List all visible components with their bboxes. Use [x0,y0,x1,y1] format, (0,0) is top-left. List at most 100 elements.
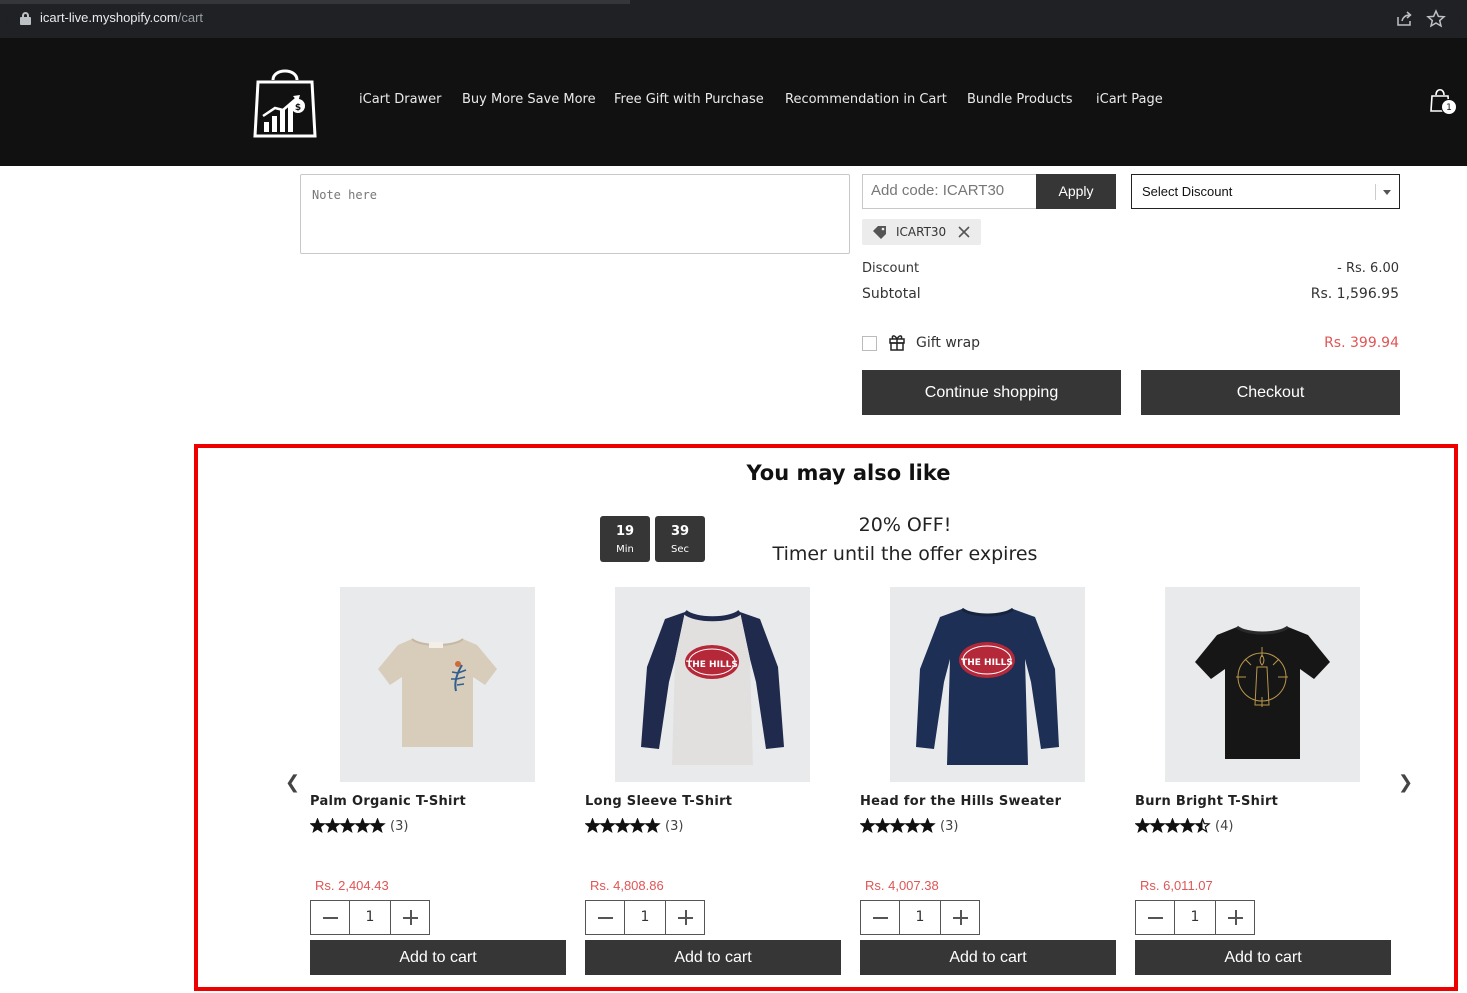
product-name[interactable]: Palm Organic T-Shirt [310,794,466,809]
carousel-next-icon[interactable]: ❯ [1398,772,1413,793]
star-fill [890,819,905,832]
qty-plus-button[interactable] [665,901,704,934]
product-card: Palm Organic T-Shirt (3) Rs. 2,404.43 1 … [310,587,566,977]
discount-value: - Rs. 6.00 [1337,261,1399,276]
qty-value[interactable]: 1 [1175,901,1215,934]
select-discount-label: Select Discount [1142,184,1233,199]
review-count: (3) [940,819,959,834]
url-field[interactable] [6,5,1461,34]
qty-value[interactable]: 1 [350,901,390,934]
chevron-down-icon [1383,190,1391,195]
qty-plus-button[interactable] [390,901,429,934]
nav-icart-page[interactable]: iCart Page [1096,92,1163,107]
star-fill [370,819,385,832]
cart-count-badge: 1 [1441,99,1457,115]
timer-seconds: 39 Sec [655,516,705,562]
qty-value[interactable]: 1 [625,901,665,934]
qty-plus-button[interactable] [940,901,979,934]
quantity-stepper: 1 [1135,900,1255,935]
star-fill [1150,819,1165,832]
giftwrap-label: Gift wrap [916,335,981,351]
star-fill [600,819,615,832]
svg-text:$: $ [295,103,301,113]
product-image[interactable]: THE HILLS [890,587,1085,782]
qty-minus-button[interactable] [861,901,900,934]
review-count: (3) [390,819,409,834]
rating-stars-icon [585,818,661,834]
product-name[interactable]: Burn Bright T-Shirt [1135,794,1278,809]
store-logo-icon[interactable]: $ [253,64,317,140]
apply-code-button[interactable]: Apply [1036,174,1116,209]
discount-code-input[interactable]: Add code: ICART30 [862,174,1036,209]
star-fill [1180,819,1195,832]
cart-note-field[interactable]: Note here [300,174,850,254]
product-price: Rs. 4,808.86 [590,878,664,893]
checkout-button[interactable]: Checkout [1141,370,1400,415]
star-fill [905,819,920,832]
product-name[interactable]: Head for the Hills Sweater [860,794,1061,809]
applied-code-label: ICART30 [896,225,947,239]
qty-value[interactable]: 1 [900,901,940,934]
add-to-cart-button[interactable]: Add to cart [585,940,841,975]
rating-stars-icon [1135,818,1211,834]
product-image[interactable] [340,587,535,782]
product-price: Rs. 6,011.07 [1140,878,1213,893]
offer-headline: 20% OFF! [858,514,952,536]
nav-recommendation[interactable]: Recommendation in Cart [785,92,947,107]
svg-text:THE HILLS: THE HILLS [686,660,738,670]
product-card: THE HILLS Head for the Hills Sweater (3)… [860,587,1116,977]
rating-stars-icon [860,818,936,834]
star-fill [355,819,370,832]
qty-minus-button[interactable] [1136,901,1175,934]
quantity-stepper: 1 [310,900,430,935]
add-to-cart-button[interactable]: Add to cart [310,940,566,975]
star-fill [1135,819,1150,832]
star-fill [585,819,600,832]
subtotal-label: Subtotal [862,286,921,302]
select-discount-dropdown[interactable]: Select Discount [1131,174,1400,209]
product-card: Burn Bright T-Shirt (4) Rs. 6,011.07 1 A… [1135,587,1391,977]
star-fill [325,819,340,832]
nav-buy-more-save-more[interactable]: Buy More Save More [462,92,596,107]
giftwrap-price: Rs. 399.94 [1324,335,1399,351]
star-fill [920,819,935,832]
review-count: (3) [665,819,684,834]
url-text[interactable]: icart-live.myshopify.com/cart [40,10,203,25]
discount-label: Discount [862,261,920,276]
star-fill [615,819,630,832]
add-to-cart-button[interactable]: Add to cart [1135,940,1391,975]
continue-shopping-button[interactable]: Continue shopping [862,370,1121,415]
share-icon[interactable] [1395,10,1413,28]
nav-bundle-products[interactable]: Bundle Products [967,92,1073,107]
subtotal-value: Rs. 1,596.95 [1310,286,1399,302]
gift-icon [889,335,905,351]
quantity-stepper: 1 [860,900,980,935]
nav-icart-drawer[interactable]: iCart Drawer [359,92,442,107]
lock-icon[interactable] [20,12,31,25]
star-fill [630,819,645,832]
product-image[interactable]: THE HILLS [615,587,810,782]
product-price: Rs. 2,404.43 [315,878,389,893]
upsell-title: You may also like [746,461,951,485]
star-fill [645,819,660,832]
carousel-prev-icon[interactable]: ❮ [285,772,300,793]
product-card: THE HILLS Long Sleeve T-Shirt (3) Rs. 4,… [585,587,841,977]
svg-text:THE HILLS: THE HILLS [961,658,1013,668]
qty-minus-button[interactable] [311,901,350,934]
product-name[interactable]: Long Sleeve T-Shirt [585,794,732,809]
giftwrap-checkbox[interactable] [862,336,877,351]
qty-plus-button[interactable] [1215,901,1254,934]
bookmark-star-icon[interactable] [1426,9,1446,29]
product-image[interactable] [1165,587,1360,782]
add-to-cart-button[interactable]: Add to cart [860,940,1116,975]
offer-subline: Timer until the offer expires [772,543,1038,565]
review-count: (4) [1215,819,1234,834]
remove-code-icon[interactable] [958,226,970,238]
qty-minus-button[interactable] [586,901,625,934]
tag-icon [873,226,886,239]
browser-address-bar: icart-live.myshopify.com/cart [0,0,1467,38]
timer-minutes: 19 Min [600,516,650,562]
rating-stars-icon [310,818,386,834]
star-fill [340,819,355,832]
nav-free-gift[interactable]: Free Gift with Purchase [614,92,764,107]
